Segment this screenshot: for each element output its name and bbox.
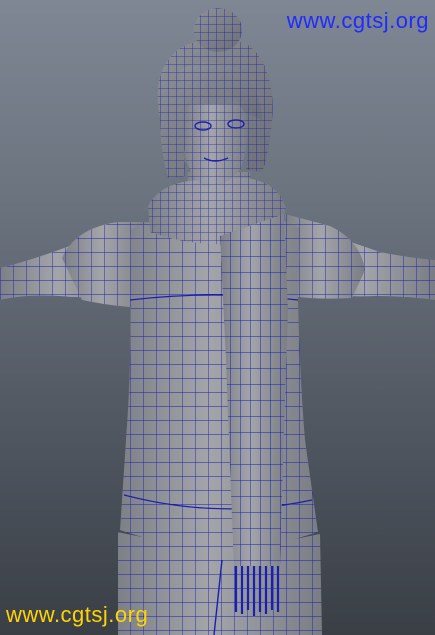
pants-mesh (118, 532, 322, 635)
modeling-viewport[interactable]: www.cgtsj.org www.cgtsj.org (0, 0, 435, 635)
watermark-bottom: www.cgtsj.org (6, 602, 149, 627)
hair-bun-mesh (194, 8, 242, 52)
watermark-top: www.cgtsj.org (286, 8, 429, 33)
character-mesh (0, 8, 435, 635)
torso-mesh (120, 211, 318, 548)
